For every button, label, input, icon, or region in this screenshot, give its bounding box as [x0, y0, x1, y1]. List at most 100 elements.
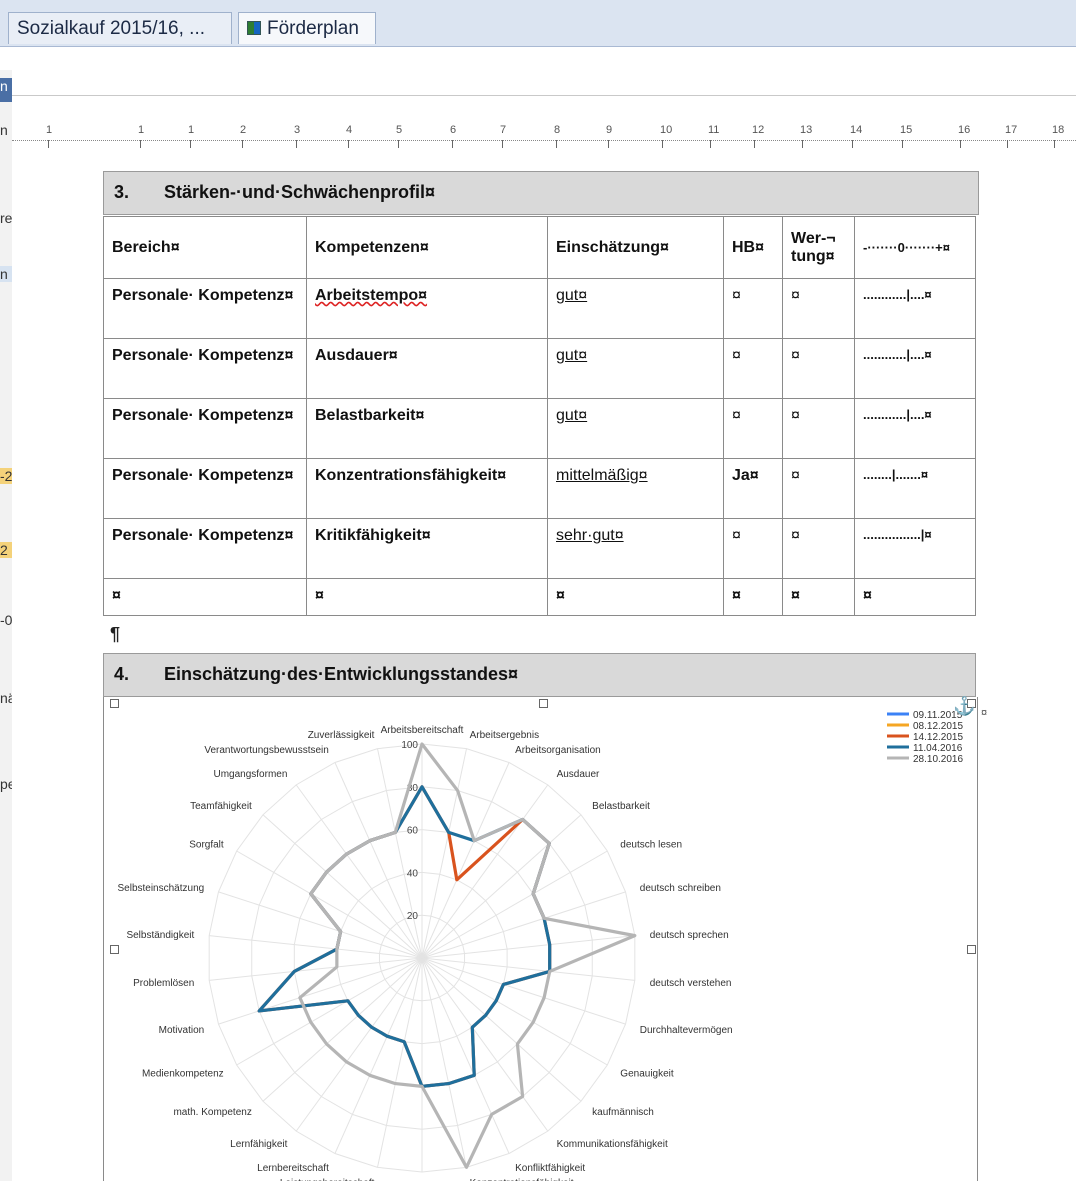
ruler-tick — [754, 140, 755, 148]
tab-bar: Sozialkauf 2015/16, ... Förderplan — [0, 0, 1076, 47]
cell-kompetenz[interactable]: Ausdauer¤ — [306, 338, 548, 399]
cell-hb[interactable]: Ja¤ — [723, 458, 783, 519]
ruler-tick — [556, 140, 557, 148]
ruler-tick — [296, 140, 297, 148]
table-row: Personale· Kompetenz¤ Ausdauer¤ gut¤ ¤ ¤… — [103, 338, 976, 399]
cell-wertung[interactable]: ¤ — [782, 458, 855, 519]
radar-spoke — [236, 850, 423, 959]
ruler-number: 10 — [660, 124, 673, 136]
radar-spoke — [421, 814, 582, 959]
resize-handle[interactable] — [967, 945, 976, 954]
radar-chart-container[interactable]: 20 40 60 80 100 Arbeitsbereitschaft Arbeitserg… — [112, 700, 974, 1186]
tab-foerderplan[interactable]: Förderplan — [238, 12, 376, 44]
section-3-heading: 3. Stärken-·und·Schwächenprofil¤ — [103, 171, 979, 215]
radar-category-label: deutsch schreiben — [640, 883, 721, 894]
left-panel-item[interactable]: n — [0, 78, 12, 102]
column-header: Bereich¤ — [103, 216, 307, 279]
cell-empty[interactable]: ¤ — [547, 578, 724, 616]
left-panel-item: nä — [0, 690, 12, 706]
radar-category-label: Arbeitsergebnis — [470, 730, 539, 741]
left-panel-item[interactable]: n — [0, 122, 12, 138]
cell-scale[interactable]: ............|....¤ — [854, 398, 976, 459]
cell-empty[interactable]: ¤ — [782, 578, 855, 616]
ruler-tick — [242, 140, 243, 148]
cell-bereich[interactable]: Personale· Kompetenz¤ — [103, 518, 307, 579]
left-panel-item[interactable]: n — [0, 266, 12, 282]
cell-wertung[interactable]: ¤ — [782, 398, 855, 459]
resize-handle[interactable] — [539, 699, 548, 708]
ruler-number: 1 — [188, 124, 195, 136]
tab-sozialkauf[interactable]: Sozialkauf 2015/16, ... — [8, 12, 232, 44]
cell-scale[interactable]: ............|....¤ — [854, 278, 976, 339]
cell-empty[interactable]: ¤ — [854, 578, 976, 616]
cell-kompetenz[interactable]: Konzentrationsfähigkeit¤ — [306, 458, 548, 519]
horizontal-ruler[interactable]: 1 1 1 2 3 4 5 6 7 8 9 10 11 12 13 14 15 16 17 18 — [12, 118, 1076, 152]
left-panel-item[interactable]: 2 — [0, 542, 12, 558]
ruler-tick — [1007, 140, 1008, 148]
radar-series-line — [298, 742, 637, 1169]
cell-kompetenz[interactable]: Arbeitstempo¤ — [306, 278, 548, 339]
cell-hb[interactable]: ¤ — [723, 278, 783, 339]
cell-einschaetzung[interactable]: gut¤ — [547, 398, 724, 459]
radar-spoke — [421, 957, 510, 1154]
anchor-icon[interactable]: ⚓ — [953, 696, 975, 717]
cell-bereich[interactable]: Personale· Kompetenz¤ — [103, 398, 307, 459]
cell-hb[interactable]: ¤ — [723, 398, 783, 459]
radar-category-label: math. Kompetenz — [173, 1107, 251, 1118]
ruler-tick — [140, 140, 141, 148]
cell-scale[interactable]: ............|....¤ — [854, 338, 976, 399]
document-icon — [247, 21, 261, 35]
cell-wertung[interactable]: ¤ — [782, 278, 855, 339]
cell-kompetenz[interactable]: Kritikfähigkeit¤ — [306, 518, 548, 579]
cell-empty[interactable]: ¤ — [103, 578, 307, 616]
cell-wertung[interactable]: ¤ — [782, 338, 855, 399]
radar-tick-label: 40 — [407, 868, 419, 879]
cell-einschaetzung-text: sehr·gut¤ — [556, 527, 624, 544]
resize-handle[interactable] — [110, 699, 119, 708]
table-header-row: Bereich¤ Kompetenzen¤ Einschätzung¤ HB¤ … — [103, 216, 976, 279]
cell-einschaetzung[interactable]: gut¤ — [547, 338, 724, 399]
radar-category-label: Belastbarkeit — [592, 801, 650, 812]
cell-bereich[interactable]: Personale· Kompetenz¤ — [103, 338, 307, 399]
ruler-tick — [662, 140, 663, 148]
ruler-tick — [190, 140, 191, 148]
cell-bereich[interactable]: Personale· Kompetenz¤ — [103, 458, 307, 519]
column-header: Einschätzung¤ — [547, 216, 724, 279]
radar-category-label: Problemlösen — [133, 978, 194, 989]
ruler-tick — [608, 140, 609, 148]
cell-bereich[interactable]: Personale· Kompetenz¤ — [103, 278, 307, 339]
cell-einschaetzung[interactable]: sehr·gut¤ — [547, 518, 724, 579]
cell-scale[interactable]: ........|.......¤ — [854, 458, 976, 519]
radar-chart[interactable]: 20406080100Arbeitsbereitschaft Arbeitserg… — [112, 700, 974, 1186]
radar-category-label: Ausdauer — [557, 769, 600, 780]
cell-empty[interactable]: ¤ — [306, 578, 548, 616]
left-panel-item[interactable]: re — [0, 210, 12, 226]
cell-wertung[interactable]: ¤ — [782, 518, 855, 579]
table-row: Personale· Kompetenz¤ Arbeitstempo¤ gut¤… — [103, 278, 976, 339]
cell-hb[interactable]: ¤ — [723, 338, 783, 399]
ruler-number: 5 — [396, 124, 403, 136]
legend-label: 11.04.2016 — [913, 743, 963, 754]
ruler-number: 8 — [554, 124, 561, 136]
ruler-number: 13 — [800, 124, 813, 136]
radar-spoke — [209, 935, 423, 959]
ruler-number: 18 — [1052, 124, 1065, 136]
left-panel-item[interactable]: -2 — [0, 468, 12, 484]
ruler-tick — [802, 140, 803, 148]
cell-einschaetzung[interactable]: gut¤ — [547, 278, 724, 339]
cell-scale[interactable]: ................|¤ — [854, 518, 976, 579]
ruler-number: 16 — [958, 124, 971, 136]
ruler-tick — [452, 140, 453, 148]
radar-category-label: Genauigkeit — [620, 1068, 674, 1079]
cell-kompetenz[interactable]: Belastbarkeit¤ — [306, 398, 548, 459]
radar-tick-label: 100 — [401, 740, 418, 751]
cell-einschaetzung[interactable]: mittelmäßig¤ — [547, 458, 724, 519]
resize-handle[interactable] — [110, 945, 119, 954]
radar-category-label: Zuverlässigkeit — [308, 730, 375, 741]
ruler-number: 7 — [500, 124, 507, 136]
radar-category-label: deutsch sprechen — [650, 930, 729, 941]
radar-category-label: Lernbereitschaft — [257, 1163, 329, 1174]
cell-empty[interactable]: ¤ — [723, 578, 783, 616]
cell-hb[interactable]: ¤ — [723, 518, 783, 579]
legend-label: 28.10.2016 — [913, 754, 963, 765]
